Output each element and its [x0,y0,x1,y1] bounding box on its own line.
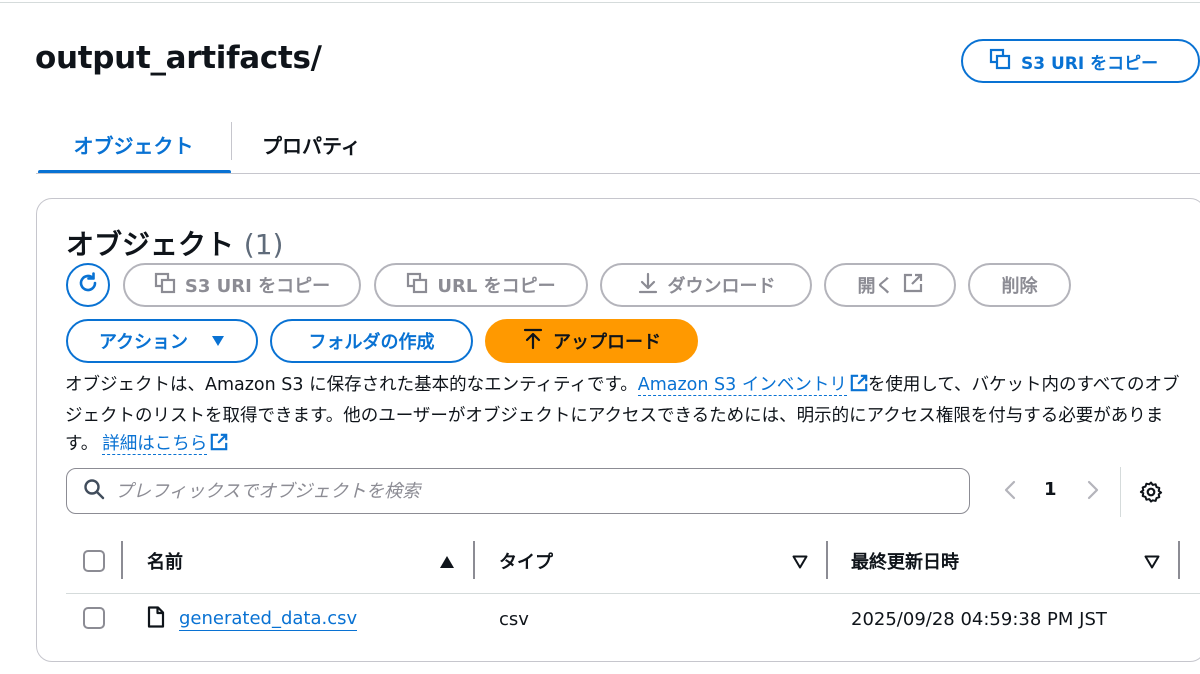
create-folder-label: フォルダの作成 [308,332,435,353]
external-link-icon [903,273,923,298]
objects-description: オブジェクトは、Amazon S3 に保存された基本的なエンティティです。Ama… [65,371,1180,461]
objects-panel-title: オブジェクト (1) [66,223,283,263]
external-link-icon [210,432,228,461]
file-icon [147,605,165,633]
search-icon [83,478,105,504]
upload-icon [522,328,544,355]
copy-icon [154,272,176,299]
download-button[interactable]: ダウンロード [600,263,812,307]
select-all-checkbox[interactable] [83,550,105,572]
column-last-modified-label: 最終更新日時 [851,552,959,573]
chevron-right-icon[interactable] [1085,479,1101,505]
objects-title-text: オブジェクト [66,228,235,261]
refresh-button[interactable] [66,263,110,307]
open-label: 開く [857,276,894,297]
objects-count: (1) [243,228,284,261]
object-search-field[interactable] [66,468,970,514]
row-checkbox[interactable] [83,607,105,629]
copy-s3-uri-header-button[interactable]: S3 URI をコピー [961,39,1200,83]
chevron-left-icon[interactable] [1002,479,1018,505]
column-divider [473,541,475,579]
column-divider [121,541,123,579]
copy-s3-uri-button[interactable]: S3 URI をコピー [123,263,361,307]
upload-button[interactable]: アップロード [485,319,698,363]
copy-url-button[interactable]: URL をコピー [374,263,588,307]
column-header-name[interactable]: 名前 [147,539,183,583]
tab-objects[interactable]: オブジェクト [36,116,231,174]
page-title: output_artifacts/ [35,40,322,76]
delete-button[interactable]: 削除 [968,263,1071,307]
refresh-icon [76,271,100,300]
column-name-label: 名前 [147,552,183,573]
current-page-number[interactable]: 1 [1044,479,1057,500]
tabs-underline [36,173,1200,174]
object-name-link[interactable]: generated_data.csv [179,608,358,631]
objects-panel: オブジェクト (1) S3 URI をコピー URL をコピー ダウンロード 開… [36,198,1200,662]
caret-down-icon [211,331,225,352]
description-text-1: オブジェクトは、Amazon S3 に保存された基本的なエンティティです。 [65,375,638,395]
object-type-cell: csv [499,608,529,630]
sort-descending-icon[interactable] [792,554,808,573]
column-header-last-modified[interactable]: 最終更新日時 [851,539,959,583]
upload-label: アップロード [553,332,661,353]
column-header-type[interactable]: タイプ [499,539,553,583]
delete-label: 削除 [1001,276,1038,297]
open-button[interactable]: 開く [824,263,956,307]
copy-url-label: URL をコピー [437,276,556,297]
inventory-link[interactable]: Amazon S3 インベントリ [637,375,847,396]
column-type-label: タイプ [499,552,553,573]
tab-properties-label: プロパティ [262,134,361,158]
learn-more-link[interactable]: 詳細はこちら [102,434,208,455]
object-last-modified-cell: 2025/09/28 04:59:38 PM JST [851,608,1107,630]
tab-properties[interactable]: プロパティ [262,116,402,173]
copy-icon [406,272,428,299]
header-row-divider [66,593,1200,594]
actions-label: アクション [98,332,189,353]
pagination-divider [1120,467,1121,517]
copy-icon [989,48,1011,75]
column-divider [826,541,828,579]
create-folder-button[interactable]: フォルダの作成 [270,319,473,363]
search-input[interactable] [115,480,955,502]
top-divider [0,2,1200,3]
download-label: ダウンロード [667,276,776,297]
download-icon [637,272,659,299]
tab-divider [231,122,232,160]
table-row: generated_data.csv [147,603,358,635]
settings-icon[interactable] [1139,480,1163,508]
copy-s3-uri-header-label: S3 URI をコピー [1021,53,1159,74]
copy-s3-uri-label: S3 URI をコピー [184,276,331,297]
actions-dropdown-button[interactable]: アクション [66,319,258,363]
sort-ascending-icon[interactable] [439,554,455,573]
tab-bar: オブジェクト プロパティ [36,116,1200,174]
external-link-icon [850,373,868,402]
sort-descending-icon[interactable] [1144,554,1160,573]
column-divider [1178,541,1180,579]
tab-objects-label: オブジェクト [73,134,194,158]
